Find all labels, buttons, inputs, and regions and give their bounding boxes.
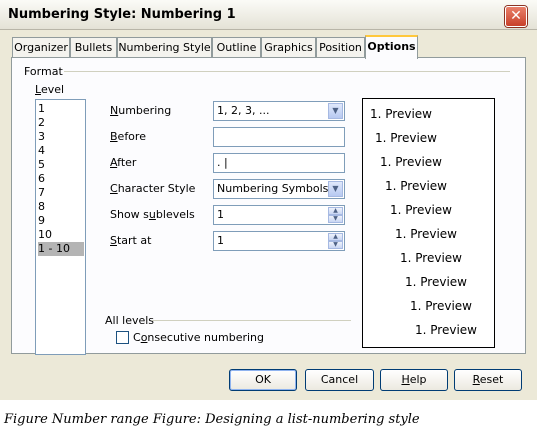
start-at-label: Start at — [110, 234, 152, 247]
all-levels-label: All levels — [105, 314, 155, 327]
show-sublevels-value: 1 — [217, 208, 224, 221]
tab-bullets[interactable]: Bullets — [70, 37, 117, 58]
list-item[interactable]: 7 — [38, 186, 84, 200]
format-group-label: Format — [24, 65, 63, 78]
preview-line: 1. Preview — [405, 275, 467, 289]
preview-line: 1. Preview — [375, 131, 437, 145]
character-style-label: Character Style — [110, 182, 196, 195]
show-sublevels-label: Show sublevels — [110, 208, 195, 221]
tab-position[interactable]: Position — [316, 37, 365, 58]
spin-updown-icon[interactable]: ▲ ▼ — [328, 207, 343, 223]
list-item[interactable]: 1 — [38, 102, 84, 116]
reset-button[interactable]: Reset — [454, 369, 522, 391]
list-item[interactable]: 2 — [38, 116, 84, 130]
numbering-value: 1, 2, 3, ... — [217, 104, 270, 117]
list-item[interactable]: 10 — [38, 228, 84, 242]
preview-line: 1. Preview — [390, 203, 452, 217]
chevron-down-icon[interactable]: ▼ — [328, 103, 343, 119]
list-item[interactable]: 5 — [38, 158, 84, 172]
tab-graphics[interactable]: Graphics — [261, 37, 316, 58]
numbering-style-dialog: Numbering Style: Numbering 1 ✕ Organizer… — [0, 0, 537, 400]
list-item[interactable]: 3 — [38, 130, 84, 144]
tab-options[interactable]: Options — [365, 35, 418, 59]
list-item[interactable]: 8 — [38, 200, 84, 214]
preview-line: 1. Preview — [395, 227, 457, 241]
all-levels-divider — [152, 320, 351, 321]
close-icon[interactable]: ✕ — [505, 6, 527, 27]
chevron-down-icon[interactable]: ▼ — [328, 181, 343, 197]
list-item-selected[interactable]: 1 - 10 — [38, 242, 84, 256]
numbering-dropdown[interactable]: 1, 2, 3, ... ▼ — [213, 101, 345, 121]
ok-button[interactable]: OK — [229, 369, 297, 391]
before-input[interactable] — [213, 127, 345, 147]
level-label: Level — [35, 83, 65, 96]
show-sublevels-spinner[interactable]: 1 ▲ ▼ — [213, 205, 345, 225]
start-at-value: 1 — [217, 234, 224, 247]
after-label: After — [110, 156, 137, 169]
preview-line: 1. Preview — [400, 251, 462, 265]
list-item[interactable]: 6 — [38, 172, 84, 186]
title-bar: Numbering Style: Numbering 1 ✕ — [0, 0, 537, 30]
consecutive-numbering-label: Consecutive numbering — [133, 331, 264, 344]
before-label: Before — [110, 130, 146, 143]
preview-line: 1. Preview — [385, 179, 447, 193]
preview-line: 1. Preview — [370, 107, 432, 121]
preview-line: 1. Preview — [415, 323, 477, 337]
cancel-button[interactable]: Cancel — [305, 369, 374, 391]
help-button[interactable]: Help — [380, 369, 448, 391]
consecutive-numbering-checkbox[interactable] — [116, 331, 129, 344]
tab-outline[interactable]: Outline — [212, 37, 261, 58]
list-item[interactable]: 9 — [38, 214, 84, 228]
numbering-label: Numbering — [110, 104, 172, 117]
after-input[interactable]: . | — [213, 153, 345, 173]
dialog-title: Numbering Style: Numbering 1 — [8, 7, 236, 22]
tab-numbering-style[interactable]: Numbering Style — [117, 37, 212, 58]
tab-organizer[interactable]: Organizer — [12, 37, 70, 58]
spin-updown-icon[interactable]: ▲ ▼ — [328, 233, 343, 249]
list-item[interactable]: 4 — [38, 144, 84, 158]
preview-line: 1. Preview — [380, 155, 442, 169]
start-at-spinner[interactable]: 1 ▲ ▼ — [213, 231, 345, 251]
character-style-dropdown[interactable]: Numbering Symbols ▼ — [213, 179, 345, 199]
format-divider — [64, 71, 510, 72]
preview-line: 1. Preview — [410, 299, 472, 313]
figure-caption: Figure Number range Figure: Designing a … — [4, 412, 420, 427]
character-style-value: Numbering Symbols — [217, 182, 329, 195]
level-list[interactable]: 1 2 3 4 5 6 7 8 9 10 1 - 10 — [35, 99, 86, 355]
numbering-preview: 1. Preview 1. Preview 1. Preview 1. Prev… — [362, 98, 495, 348]
